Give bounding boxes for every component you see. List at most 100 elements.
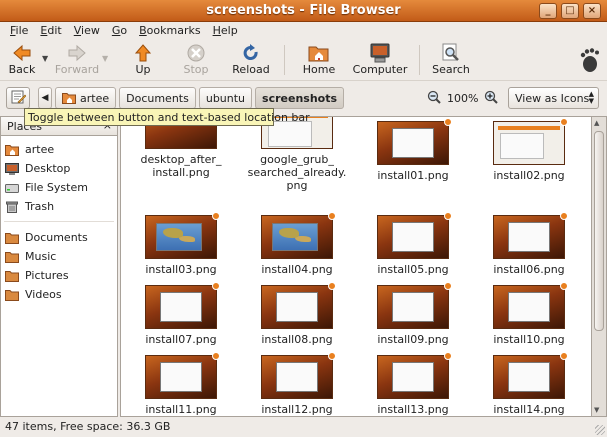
file-icon-item[interactable]: install09.png <box>355 282 471 346</box>
image-thumbnail <box>493 352 568 399</box>
file-icon-item[interactable]: install10.png <box>471 282 587 346</box>
file-icon-item[interactable]: install11.png <box>123 352 239 416</box>
file-icon-item[interactable]: install08.png <box>239 282 355 346</box>
computer-icon <box>369 43 391 63</box>
ubuntu-emblem-icon <box>444 282 452 290</box>
menu-go[interactable]: Go <box>106 22 133 41</box>
sidebar-divider <box>4 216 114 222</box>
minimize-button[interactable]: _ <box>539 3 557 19</box>
title-bar: screenshots - File Browser _ □ × <box>0 0 607 22</box>
file-name: install03.png <box>145 263 217 276</box>
menu-file[interactable]: File <box>4 22 34 41</box>
maximize-button[interactable]: □ <box>561 3 579 19</box>
file-name: install05.png <box>377 263 449 276</box>
home-button[interactable]: Home <box>291 41 347 79</box>
zoom-level[interactable]: 100% <box>447 92 478 105</box>
file-name: install07.png <box>145 333 217 346</box>
file-name: install12.png <box>261 403 333 416</box>
location-toggle-button[interactable] <box>6 87 30 109</box>
ubuntu-emblem-icon <box>560 352 568 360</box>
file-icon-item[interactable]: install04.png <box>239 212 355 276</box>
image-thumbnail <box>145 282 220 329</box>
sidebar-item-videos[interactable]: Videos <box>0 285 118 304</box>
resize-grip-icon[interactable] <box>595 425 605 435</box>
path-crumb-screenshots[interactable]: screenshots <box>255 87 345 109</box>
scroll-down-icon[interactable]: ▼ <box>594 406 599 414</box>
menu-edit[interactable]: Edit <box>34 22 67 41</box>
file-icon-item[interactable]: google_grub_ searched_already. png <box>239 117 355 192</box>
trash-icon <box>5 201 19 213</box>
menu-bookmarks[interactable]: Bookmarks <box>133 22 206 41</box>
path-crumb-documents[interactable]: Documents <box>119 87 196 109</box>
menu-view[interactable]: View <box>68 22 106 41</box>
menu-help[interactable]: Help <box>207 22 244 41</box>
ubuntu-emblem-icon <box>444 212 452 220</box>
back-button[interactable]: Back <box>2 41 42 79</box>
up-button[interactable]: Up <box>118 41 168 79</box>
sidebar-item-desktop[interactable]: Desktop <box>0 159 118 178</box>
scrollbar-thumb[interactable] <box>594 131 604 331</box>
zoom-in-icon[interactable] <box>484 90 499 107</box>
ubuntu-emblem-icon <box>444 352 452 360</box>
path-crumb-artee[interactable]: artee <box>55 87 117 109</box>
search-button[interactable]: Search <box>426 41 476 79</box>
ubuntu-emblem-icon <box>444 118 452 126</box>
sidebar-item-documents[interactable]: Documents <box>0 228 118 247</box>
file-name: searched_already. <box>247 166 347 179</box>
computer-button[interactable]: Computer <box>347 41 413 79</box>
zoom-out-icon[interactable] <box>427 90 441 107</box>
spin-arrows-icon: ▲ ▼ <box>588 90 594 105</box>
path-scroll-left-button[interactable]: ◀ <box>38 87 52 109</box>
image-thumbnail <box>377 212 452 259</box>
file-icon-item[interactable]: install12.png <box>239 352 355 416</box>
file-name: install09.png <box>377 333 449 346</box>
file-icon-item[interactable]: install01.png <box>355 118 471 182</box>
forward-history-dropdown[interactable]: ▼ <box>102 54 112 63</box>
ubuntu-emblem-icon <box>328 212 336 220</box>
sidebar-item-artee[interactable]: artee <box>0 140 118 159</box>
file-name: install13.png <box>377 403 449 416</box>
image-thumbnail <box>261 352 336 399</box>
file-name: google_grub_ <box>260 153 334 166</box>
sidebar-item-music[interactable]: Music <box>0 247 118 266</box>
file-name: install14.png <box>493 403 565 416</box>
file-icon-item[interactable]: install05.png <box>355 212 471 276</box>
file-icon-item[interactable]: install14.png <box>471 352 587 416</box>
ubuntu-emblem-icon <box>212 282 220 290</box>
image-thumbnail <box>493 118 568 165</box>
file-name: install02.png <box>493 169 565 182</box>
image-thumbnail <box>377 282 452 329</box>
file-name: desktop_after_ <box>140 153 222 166</box>
home-folder-icon <box>5 144 19 156</box>
sidebar-item-filesystem[interactable]: File System <box>0 178 118 197</box>
sidebar-item-trash[interactable]: Trash <box>0 197 118 216</box>
vertical-scrollbar[interactable]: ▲ ▼ <box>592 116 607 417</box>
status-text: 47 items, Free space: 36.3 GB <box>5 420 171 433</box>
image-thumbnail <box>493 212 568 259</box>
filesystem-icon <box>5 182 19 194</box>
reload-icon <box>240 43 262 63</box>
view-mode-select[interactable]: View as Icons ▲ ▼ <box>508 87 599 109</box>
back-history-dropdown[interactable]: ▼ <box>42 54 52 63</box>
image-thumbnail <box>261 212 336 259</box>
file-icon-item[interactable]: install02.png <box>471 118 587 182</box>
file-icon-item[interactable]: install13.png <box>355 352 471 416</box>
tooltip: Toggle between button and text-based loc… <box>24 108 310 126</box>
toolbar-separator <box>284 45 285 75</box>
file-icon-item[interactable]: install07.png <box>123 282 239 346</box>
file-icon-item[interactable]: install06.png <box>471 212 587 276</box>
stop-button[interactable]: Stop <box>168 41 224 79</box>
reload-button[interactable]: Reload <box>224 41 278 79</box>
window-title: screenshots - File Browser <box>206 3 401 18</box>
main-toolbar: Back ▼ Forward ▼ Up Stop Reload Home Com… <box>0 41 607 81</box>
forward-button[interactable]: Forward <box>52 41 102 79</box>
file-name: install.png <box>152 166 210 179</box>
ubuntu-emblem-icon <box>560 118 568 126</box>
file-icon-item[interactable]: install03.png <box>123 212 239 276</box>
file-name: install06.png <box>493 263 565 276</box>
scroll-up-icon[interactable]: ▲ <box>594 119 599 127</box>
close-button[interactable]: × <box>583 3 601 19</box>
path-crumb-ubuntu[interactable]: ubuntu <box>198 87 253 109</box>
folder-icon <box>5 251 19 263</box>
sidebar-item-pictures[interactable]: Pictures <box>0 266 118 285</box>
